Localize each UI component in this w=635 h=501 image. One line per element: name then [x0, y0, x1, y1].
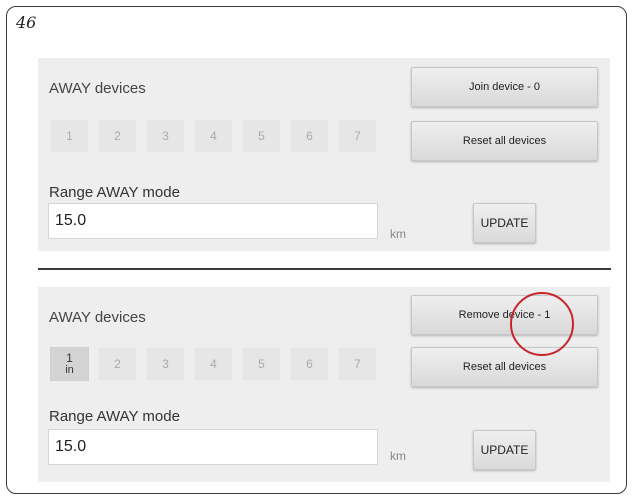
- device-slot-3[interactable]: 3: [146, 119, 185, 153]
- device-slot-5[interactable]: 5: [242, 119, 281, 153]
- reset-all-devices-button[interactable]: Reset all devices: [411, 347, 598, 387]
- section-title: AWAY devices: [49, 309, 146, 326]
- device-slot-2[interactable]: 2: [98, 119, 137, 153]
- unit-label: km: [390, 449, 406, 463]
- range-away-mode-label: Range AWAY mode: [49, 184, 180, 201]
- device-slot-7[interactable]: 7: [338, 119, 377, 153]
- page-number: 46: [16, 13, 37, 32]
- update-button[interactable]: UPDATE: [473, 430, 536, 470]
- remove-device-button[interactable]: Remove device - 1: [411, 295, 598, 335]
- range-away-mode-input[interactable]: [48, 203, 378, 239]
- device-slot-7[interactable]: 7: [338, 347, 377, 381]
- device-slot-6[interactable]: 6: [290, 119, 329, 153]
- device-slot-6[interactable]: 6: [290, 347, 329, 381]
- device-slot-1[interactable]: 1 in: [50, 347, 89, 381]
- divider: [38, 268, 611, 270]
- unit-label: km: [390, 227, 406, 241]
- device-slot-1[interactable]: 1: [50, 119, 89, 153]
- join-device-button[interactable]: Join device - 0: [411, 67, 598, 107]
- device-slot-4[interactable]: 4: [194, 347, 233, 381]
- device-slot-2[interactable]: 2: [98, 347, 137, 381]
- range-away-mode-input[interactable]: [48, 429, 378, 465]
- device-slot-4[interactable]: 4: [194, 119, 233, 153]
- device-slot-3[interactable]: 3: [146, 347, 185, 381]
- reset-all-devices-button[interactable]: Reset all devices: [411, 121, 598, 161]
- away-devices-panel-join: AWAY devices 1 2 3 4 5 6 7 Join device -…: [38, 58, 610, 251]
- away-devices-panel-remove: AWAY devices 1 in 2 3 4 5 6 7 Remove devi…: [38, 287, 610, 482]
- update-button[interactable]: UPDATE: [473, 203, 536, 243]
- device-slot-5[interactable]: 5: [242, 347, 281, 381]
- section-title: AWAY devices: [49, 80, 146, 97]
- range-away-mode-label: Range AWAY mode: [49, 408, 180, 425]
